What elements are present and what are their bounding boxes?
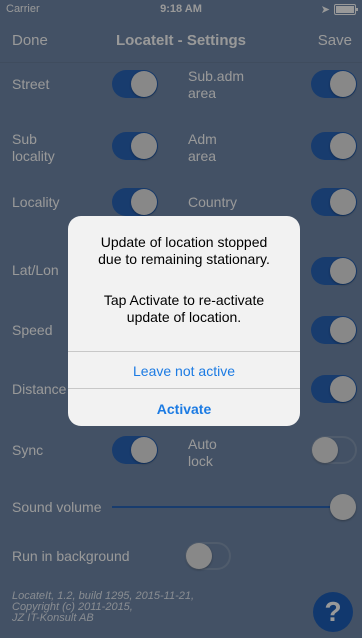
- alert-message-1: Update of location stopped due to remain…: [98, 234, 270, 267]
- leave-not-active-button[interactable]: Leave not active: [68, 363, 300, 379]
- activate-button[interactable]: Activate: [68, 401, 300, 417]
- settings-screen: Carrier 9:18 AM ➤ Done LocateIt - Settin…: [0, 0, 362, 638]
- alert-dialog: Update of location stopped due to remain…: [68, 216, 300, 426]
- alert-message-2: Tap Activate to re-activate update of lo…: [103, 292, 265, 325]
- alert-divider: [68, 351, 300, 352]
- alert-divider: [68, 388, 300, 389]
